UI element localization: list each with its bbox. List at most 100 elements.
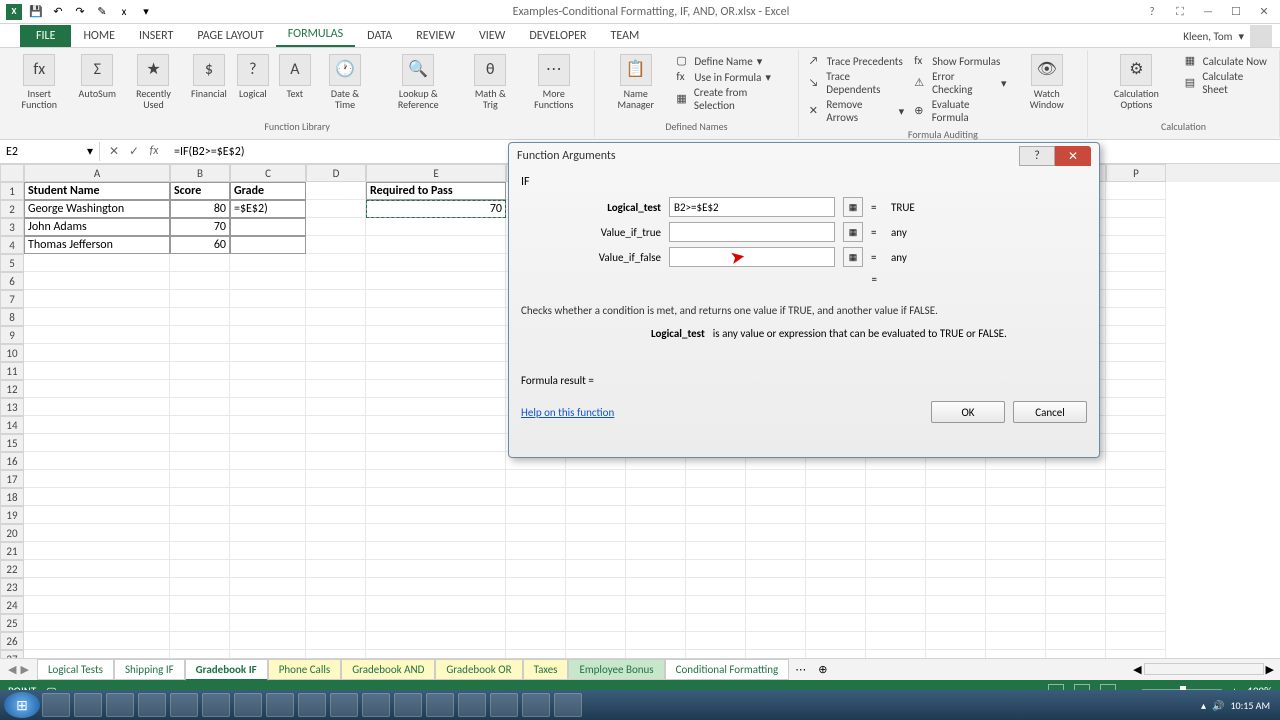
- cell[interactable]: [1106, 596, 1166, 614]
- taskbar-app-icon[interactable]: [138, 693, 166, 717]
- sheet-nav-next-icon[interactable]: ▶: [20, 663, 28, 676]
- cell[interactable]: [230, 650, 306, 658]
- enter-formula-icon[interactable]: ✓: [126, 144, 142, 159]
- evaluate-formula-button[interactable]: ⊕Evaluate Formula: [914, 98, 1006, 124]
- help-link[interactable]: Help on this function: [521, 406, 614, 419]
- cell[interactable]: [230, 470, 306, 488]
- cell[interactable]: Grade: [230, 182, 306, 200]
- cell[interactable]: [306, 542, 366, 560]
- cell[interactable]: [170, 434, 230, 452]
- cell[interactable]: [806, 488, 866, 506]
- cell[interactable]: [24, 452, 170, 470]
- insert-function-button[interactable]: fxInsert Function: [6, 52, 73, 112]
- taskbar-app-icon[interactable]: [394, 693, 422, 717]
- cell[interactable]: [626, 560, 686, 578]
- tab-view[interactable]: VIEW: [467, 25, 517, 47]
- cell[interactable]: [24, 578, 170, 596]
- cell[interactable]: [926, 650, 986, 658]
- cell[interactable]: [1106, 434, 1166, 452]
- cell[interactable]: [746, 488, 806, 506]
- cell[interactable]: [230, 632, 306, 650]
- cell[interactable]: [366, 308, 506, 326]
- taskbar-app-icon[interactable]: [362, 693, 390, 717]
- cell[interactable]: [806, 596, 866, 614]
- cell[interactable]: [626, 506, 686, 524]
- cell[interactable]: [1106, 488, 1166, 506]
- cell[interactable]: [170, 650, 230, 658]
- cell[interactable]: George Washington: [24, 200, 170, 218]
- cell[interactable]: [24, 560, 170, 578]
- use-in-formula-button[interactable]: fxUse in Formula ▾: [676, 70, 787, 84]
- show-formulas-button[interactable]: fxShow Formulas: [914, 54, 1006, 68]
- help-icon[interactable]: ?: [1142, 5, 1162, 19]
- taskbar-app-icon[interactable]: [458, 693, 486, 717]
- cell[interactable]: [170, 452, 230, 470]
- fx-icon[interactable]: fx: [146, 144, 162, 159]
- cell[interactable]: [746, 650, 806, 658]
- cell[interactable]: [306, 218, 366, 236]
- cell[interactable]: [866, 542, 926, 560]
- row-header[interactable]: 17: [0, 470, 24, 488]
- taskbar-app-icon[interactable]: [170, 693, 198, 717]
- cell[interactable]: [806, 524, 866, 542]
- cell[interactable]: [986, 470, 1046, 488]
- cell[interactable]: [506, 650, 566, 658]
- cell[interactable]: [746, 542, 806, 560]
- cell[interactable]: [566, 470, 626, 488]
- cell[interactable]: [866, 650, 926, 658]
- row-header[interactable]: 1: [0, 182, 24, 200]
- cell[interactable]: [170, 254, 230, 272]
- cell[interactable]: [806, 506, 866, 524]
- row-header[interactable]: 19: [0, 506, 24, 524]
- cell[interactable]: [1106, 380, 1166, 398]
- cell[interactable]: [366, 614, 506, 632]
- cell[interactable]: [170, 560, 230, 578]
- cell[interactable]: [1046, 632, 1106, 650]
- cell[interactable]: [926, 542, 986, 560]
- cell[interactable]: [366, 362, 506, 380]
- dialog-title-bar[interactable]: Function Arguments ? ✕: [509, 143, 1099, 169]
- cell[interactable]: [170, 380, 230, 398]
- row-header[interactable]: 18: [0, 488, 24, 506]
- cell[interactable]: [926, 488, 986, 506]
- row-header[interactable]: 22: [0, 560, 24, 578]
- calculate-now-button[interactable]: ▦Calculate Now: [1185, 54, 1269, 68]
- cell[interactable]: [1046, 470, 1106, 488]
- cell[interactable]: [306, 398, 366, 416]
- row-header[interactable]: 10: [0, 344, 24, 362]
- recently-used-button[interactable]: ★Recently Used: [122, 52, 185, 112]
- cell[interactable]: [306, 506, 366, 524]
- cell[interactable]: [506, 560, 566, 578]
- cell[interactable]: [366, 380, 506, 398]
- row-header[interactable]: 16: [0, 452, 24, 470]
- cell[interactable]: [746, 560, 806, 578]
- cell[interactable]: [230, 452, 306, 470]
- cell[interactable]: Thomas Jefferson: [24, 236, 170, 254]
- remove-arrows-button[interactable]: ✕Remove Arrows ▾: [809, 98, 904, 124]
- name-manager-button[interactable]: 📋Name Manager: [601, 52, 670, 112]
- tray-icon[interactable]: 🔊: [1212, 699, 1224, 712]
- cell[interactable]: [366, 542, 506, 560]
- cell[interactable]: [1046, 542, 1106, 560]
- tray-icon[interactable]: ▴: [1201, 699, 1206, 712]
- cell[interactable]: [230, 272, 306, 290]
- ribbon-options-icon[interactable]: ⛶: [1170, 5, 1190, 19]
- define-name-button[interactable]: ▢Define Name ▾: [676, 54, 787, 68]
- autosum-button[interactable]: ΣAutoSum: [75, 52, 120, 101]
- cell[interactable]: [366, 632, 506, 650]
- cell[interactable]: [806, 578, 866, 596]
- file-tab[interactable]: FILE: [20, 25, 71, 47]
- cell[interactable]: [366, 290, 506, 308]
- cell[interactable]: [1106, 200, 1166, 218]
- cell[interactable]: [866, 632, 926, 650]
- taskbar-app-icon[interactable]: [426, 693, 454, 717]
- cell[interactable]: [866, 596, 926, 614]
- cell[interactable]: [506, 488, 566, 506]
- cell[interactable]: [686, 470, 746, 488]
- cell[interactable]: [230, 434, 306, 452]
- cell[interactable]: [686, 506, 746, 524]
- cell[interactable]: [306, 470, 366, 488]
- cell[interactable]: [506, 470, 566, 488]
- cell[interactable]: [230, 362, 306, 380]
- cell[interactable]: [366, 416, 506, 434]
